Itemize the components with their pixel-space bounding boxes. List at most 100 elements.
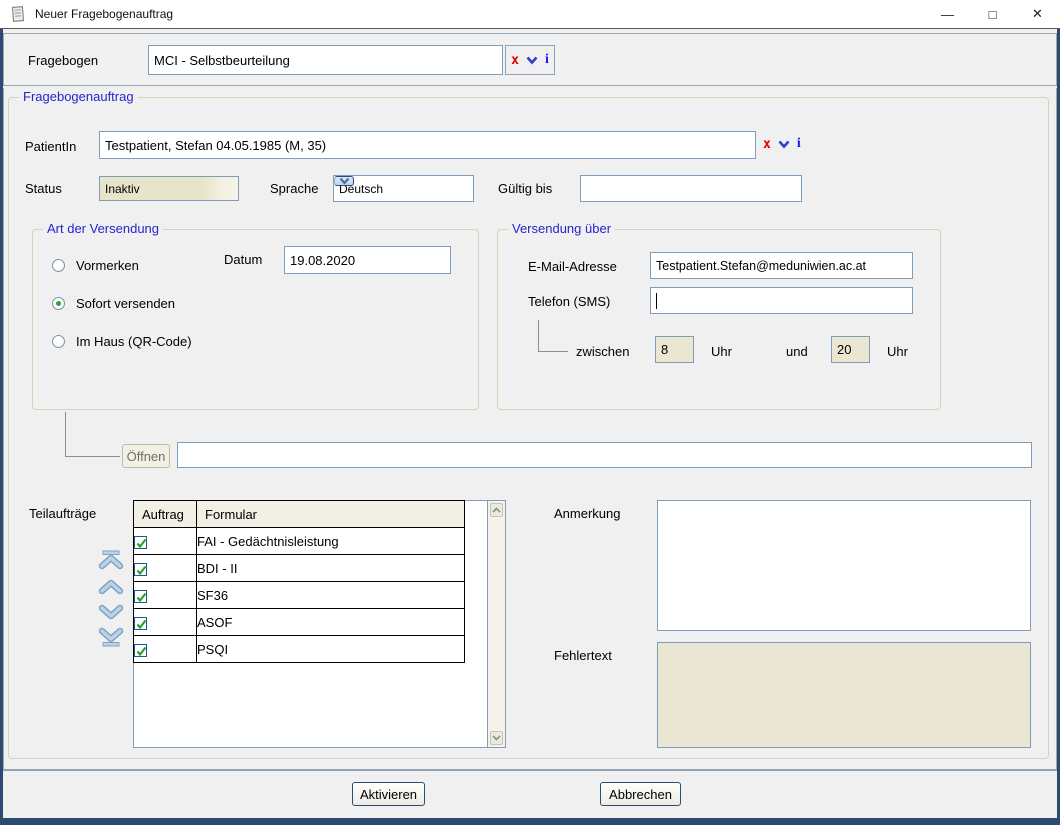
table-row[interactable]: FAI - Gedächtnisleistung	[134, 528, 465, 555]
bis-uhr-field: 20	[831, 336, 870, 363]
table-header-row: Auftrag Formular	[134, 501, 465, 528]
formular-cell[interactable]: BDI - II	[197, 555, 465, 582]
chevron-up-icon	[492, 507, 501, 513]
column-header-auftrag[interactable]: Auftrag	[134, 501, 197, 528]
telefon-label: Telefon (SMS)	[528, 294, 610, 309]
patient-input[interactable]: Testpatient, Stefan 04.05.1985 (M, 35)	[99, 131, 756, 159]
von-uhr-field: 8	[655, 336, 694, 363]
teilauftraege-list: Auftrag Formular FAI - Gedächtnisleistun…	[133, 500, 506, 748]
close-button[interactable]: ✕	[1015, 0, 1060, 28]
von-uhr-value: 8	[661, 342, 668, 357]
fragebogenauftrag-title: Fragebogenauftrag	[19, 89, 138, 104]
move-to-bottom-icon[interactable]	[98, 626, 124, 648]
chevron-down-icon[interactable]	[778, 140, 790, 149]
window-frame-left	[0, 29, 3, 825]
sprache-label: Sprache	[270, 181, 318, 196]
formular-cell[interactable]: SF36	[197, 582, 465, 609]
fragebogen-icon-box: x i	[505, 45, 555, 75]
fragebogen-value: MCI - Selbstbeurteilung	[154, 53, 290, 68]
anmerkung-label: Anmerkung	[554, 506, 620, 521]
clear-icon[interactable]: x	[763, 137, 771, 152]
datum-label: Datum	[224, 252, 262, 267]
auftrag-cell	[134, 636, 197, 663]
auftrag-checkbox[interactable]	[134, 644, 147, 657]
title-bar: Neuer Fragebogenauftrag — □ ✕	[0, 0, 1060, 29]
auftrag-checkbox[interactable]	[134, 563, 147, 576]
radio-sofort-versenden-label: Sofort versenden	[76, 296, 175, 311]
telefon-input[interactable]	[650, 287, 913, 314]
move-to-top-icon[interactable]	[98, 549, 124, 571]
column-header-formular[interactable]: Formular	[197, 501, 465, 528]
notepad-icon	[9, 5, 27, 23]
auftrag-cell	[134, 582, 197, 609]
art-der-versendung-title: Art der Versendung	[43, 221, 163, 236]
auftrag-cell	[134, 609, 197, 636]
sprache-value: Deutsch	[334, 182, 473, 196]
info-icon[interactable]: i	[545, 52, 549, 68]
clear-icon[interactable]: x	[511, 53, 519, 68]
chevron-down-icon	[492, 735, 501, 741]
uhr-label-1: Uhr	[711, 344, 732, 359]
formular-cell[interactable]: FAI - Gedächtnisleistung	[197, 528, 465, 555]
radio-im-haus[interactable]	[52, 335, 65, 348]
patient-label: PatientIn	[25, 139, 76, 154]
window-title: Neuer Fragebogenauftrag	[35, 7, 173, 21]
teilauftraege-label: Teilaufträge	[29, 506, 96, 521]
patient-icon-group: x i	[763, 136, 801, 152]
formular-cell[interactable]: PSQI	[197, 636, 465, 663]
sprache-select[interactable]: Deutsch	[333, 175, 474, 202]
chevron-down-icon	[339, 177, 350, 185]
fehlertext-textarea	[657, 642, 1031, 748]
radio-vormerken-label: Vormerken	[76, 258, 139, 273]
connector-line	[538, 320, 568, 352]
auftrag-cell	[134, 528, 197, 555]
anmerkung-textarea[interactable]	[657, 500, 1031, 631]
fehlertext-label: Fehlertext	[554, 648, 612, 663]
text-cursor	[656, 293, 657, 309]
connector-line	[65, 412, 120, 457]
move-up-icon[interactable]	[98, 576, 124, 598]
scroll-down-button[interactable]	[490, 731, 503, 745]
scroll-up-button[interactable]	[490, 503, 503, 517]
link-path-input[interactable]	[177, 442, 1032, 468]
checkmark-icon	[135, 645, 148, 658]
fragebogen-panel: Fragebogen MCI - Selbstbeurteilung x i	[3, 33, 1057, 86]
patient-value: Testpatient, Stefan 04.05.1985 (M, 35)	[105, 138, 326, 153]
datum-input[interactable]: 19.08.2020	[284, 246, 451, 274]
fragebogen-label: Fragebogen	[28, 53, 98, 68]
auftrag-checkbox[interactable]	[134, 617, 147, 630]
bis-uhr-value: 20	[837, 342, 851, 357]
formular-cell[interactable]: ASOF	[197, 609, 465, 636]
minimize-button[interactable]: —	[925, 0, 970, 28]
table-row[interactable]: SF36	[134, 582, 465, 609]
abbrechen-button[interactable]: Abbrechen	[600, 782, 681, 806]
auftrag-checkbox[interactable]	[134, 590, 147, 603]
oeffnen-button[interactable]: Öffnen	[122, 444, 170, 468]
checkmark-icon	[135, 591, 148, 604]
table-row[interactable]: BDI - II	[134, 555, 465, 582]
table-row[interactable]: ASOF	[134, 609, 465, 636]
table-row[interactable]: PSQI	[134, 636, 465, 663]
status-field: Inaktiv	[99, 176, 239, 201]
gueltig-bis-input[interactable]	[580, 175, 802, 202]
uhr-label-2: Uhr	[887, 344, 908, 359]
vertical-scrollbar[interactable]	[487, 501, 505, 747]
info-icon[interactable]: i	[797, 136, 801, 152]
status-value: Inaktiv	[105, 182, 140, 196]
aktivieren-button[interactable]: Aktivieren	[352, 782, 425, 806]
maximize-button[interactable]: □	[970, 0, 1015, 28]
fragebogen-input[interactable]: MCI - Selbstbeurteilung	[148, 45, 503, 75]
email-input[interactable]: Testpatient.Stefan@meduniwien.ac.at	[650, 252, 913, 279]
radio-sofort-versenden[interactable]	[52, 297, 65, 310]
zwischen-label: zwischen	[576, 344, 629, 359]
radio-vormerken[interactable]	[52, 259, 65, 272]
move-down-icon[interactable]	[98, 601, 124, 623]
email-label: E-Mail-Adresse	[528, 259, 617, 274]
checkmark-icon	[135, 618, 148, 631]
auftrag-checkbox[interactable]	[134, 536, 147, 549]
sprache-dropdown-button[interactable]	[334, 176, 354, 186]
checkmark-icon	[135, 537, 148, 550]
email-value: Testpatient.Stefan@meduniwien.ac.at	[656, 259, 866, 273]
auftrag-cell	[134, 555, 197, 582]
chevron-down-icon[interactable]	[526, 56, 538, 65]
